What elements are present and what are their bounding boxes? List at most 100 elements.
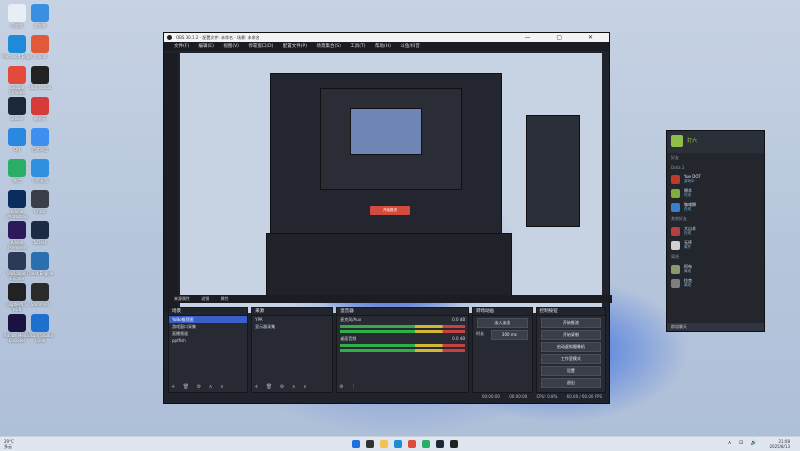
desktop-icon[interactable]: Cheat Engine	[25, 252, 55, 276]
section-game: Dota 2	[671, 165, 685, 170]
obs-icon[interactable]	[450, 440, 458, 448]
transition-select[interactable]: 淡入淡出	[477, 318, 528, 328]
virtual-camera-button[interactable]: 启动虚拟摄像机	[540, 342, 602, 352]
app-icon	[31, 190, 49, 208]
desktop-icon-label: Xmind	[33, 54, 47, 59]
friend-avatar	[671, 278, 680, 288]
source-item[interactable]: YPA	[252, 316, 332, 323]
desktop-icon[interactable]: ToDesk	[25, 221, 55, 245]
exit-button[interactable]: 退出	[540, 378, 602, 388]
friend-item[interactable]: Yue DOT 游戏中	[667, 172, 764, 186]
menu-scene-collection[interactable]: 场景集合(S)	[316, 44, 340, 49]
start-icon[interactable]	[352, 440, 360, 448]
obs-statusbar: 00:00:00 00:00:00 CPU: 0.8% 60.00 / 60.0…	[168, 393, 606, 401]
scene-item[interactable]: 游戏窗口采集	[169, 323, 247, 330]
sources-tools[interactable]: + 🗑 ⚙ ∧ ∨	[254, 384, 310, 390]
username: 打六	[687, 138, 698, 144]
volume-meter	[340, 325, 466, 328]
app-icon	[8, 221, 26, 239]
system-tray[interactable]: ∧ ⊡ 🔊	[728, 440, 760, 446]
mixer-tools[interactable]: ⚙ ⋮	[339, 384, 359, 390]
controls-dock: 控制按钮 开始推流 开始录制 启动虚拟摄像机 工作室模式 设置 退出	[535, 307, 607, 393]
source-item[interactable]: 显示器采集	[252, 323, 332, 330]
menu-help[interactable]: 帮助(H)	[375, 44, 391, 49]
scene-item[interactable]: YoBo推荐图	[169, 316, 248, 323]
chrome-icon[interactable]	[408, 440, 416, 448]
desktop-icon[interactable]: 网易云	[25, 97, 55, 121]
app-icon	[8, 190, 26, 208]
settings-button[interactable]: 设置	[540, 366, 602, 376]
wechat-icon[interactable]	[422, 440, 430, 448]
start-recording-button[interactable]: 开始录制	[540, 330, 602, 340]
desktop-icon[interactable]: Ghost	[25, 190, 55, 214]
desktop-icon[interactable]: OBS Studio	[25, 66, 55, 90]
app-icon	[31, 252, 49, 270]
menu-edit[interactable]: 编辑(E)	[199, 44, 214, 49]
scenes-tools[interactable]: + 🗑 ⚙ ∧ ∨	[171, 384, 227, 390]
file-explorer-icon[interactable]	[380, 440, 388, 448]
clock[interactable]: 21:08 2025/8/13	[769, 439, 790, 449]
app-icon	[31, 159, 49, 177]
section-online: 其他好友	[671, 216, 687, 221]
desktop-icon[interactable]: 此电脑	[25, 4, 55, 28]
weather-widget[interactable]: 29°C 多云	[4, 439, 14, 449]
friend-avatar	[671, 188, 680, 198]
obs-preview[interactable]: 开始推流	[180, 53, 602, 313]
friend-item[interactable]: 咖啡狮 在线	[667, 200, 764, 214]
scene-item[interactable]: pptfish	[169, 337, 247, 344]
steam-icon[interactable]	[436, 440, 444, 448]
friends-list: Yue DOT 游戏中 绵羊 在线 咖啡狮 在线	[667, 172, 764, 214]
app-icon	[8, 252, 26, 270]
duration-input[interactable]: 300 ms	[491, 330, 528, 340]
menu-file[interactable]: 文件(F)	[174, 44, 189, 49]
friends-search-label[interactable]: 好友	[667, 153, 764, 163]
obs-left-strip	[164, 53, 178, 313]
obs-title: OBS 30.1.2 - 配置文件: 未命名 - 场景: 未命名	[176, 35, 260, 40]
app-icon	[8, 159, 26, 177]
desktop-icon[interactable]: Xmind	[25, 35, 55, 59]
desktop-icon[interactable]: 百度网盘	[25, 128, 55, 152]
menu-view[interactable]: 视图(V)	[223, 44, 239, 49]
group-chat-footer[interactable]: 群组聊天	[667, 323, 764, 331]
tab-filters[interactable]: 滤镜	[201, 296, 209, 301]
tab-properties[interactable]: 属性	[221, 296, 229, 301]
app-icon	[31, 4, 49, 22]
friend-avatar	[671, 240, 680, 250]
window-controls[interactable]: — ▢ ✕	[524, 33, 605, 42]
start-streaming-button[interactable]: 开始推流	[540, 318, 602, 328]
obs-titlebar: OBS 30.1.2 - 配置文件: 未命名 - 场景: 未命名 — ▢ ✕	[164, 33, 609, 42]
online-list: 大山羊 在线 无序 离开	[667, 224, 764, 252]
search-icon[interactable]	[366, 440, 374, 448]
friend-item[interactable]: 拉克 离线	[667, 276, 764, 290]
app-icon	[31, 283, 49, 301]
obs-docks: 场景 YoBo推荐图 游戏窗口采集 直播频道 pptfish + 🗑 ⚙ ∧ ∨…	[168, 307, 607, 393]
desktop-icon-label: 小智桌面	[32, 178, 48, 183]
tab-source-props[interactable]: 来源属性	[174, 296, 190, 301]
app-icon	[31, 35, 49, 53]
avatar[interactable]	[671, 135, 683, 147]
friend-status: 在线	[684, 193, 691, 197]
friend-item[interactable]: 大山羊 在线	[667, 224, 764, 238]
menu-tools[interactable]: 工具(T)	[350, 44, 365, 49]
app-icon	[8, 97, 26, 115]
volume-meter	[340, 344, 466, 347]
scene-item[interactable]: 直播频道	[169, 330, 247, 337]
edge-icon[interactable]	[394, 440, 402, 448]
desktop-icon[interactable]: Visual Studio Code	[25, 314, 55, 343]
app-icon	[8, 314, 26, 332]
menu-profile[interactable]: 配置文件(P)	[283, 44, 307, 49]
stream-time: 00:00:00	[481, 394, 500, 399]
app-icon	[31, 128, 49, 146]
preview-nested-obs-3	[350, 108, 422, 155]
friend-item[interactable]: 阿布 离线	[667, 262, 764, 276]
friend-item[interactable]: 绵羊 在线	[667, 186, 764, 200]
desktop-icon[interactable]: 小智桌面	[25, 159, 55, 183]
friend-item[interactable]: 无序 离开	[667, 238, 764, 252]
desktop-icon[interactable]: SteamVR	[25, 283, 55, 307]
studio-mode-button[interactable]: 工作室模式	[540, 354, 602, 364]
menu-extra[interactable]: 斗鱼/抖音	[400, 44, 420, 49]
obs-app-icon	[167, 35, 172, 40]
friend-status: 离线	[684, 269, 691, 273]
menu-docks[interactable]: 停靠窗口(D)	[248, 44, 273, 49]
preview-nested-chat	[526, 115, 580, 227]
